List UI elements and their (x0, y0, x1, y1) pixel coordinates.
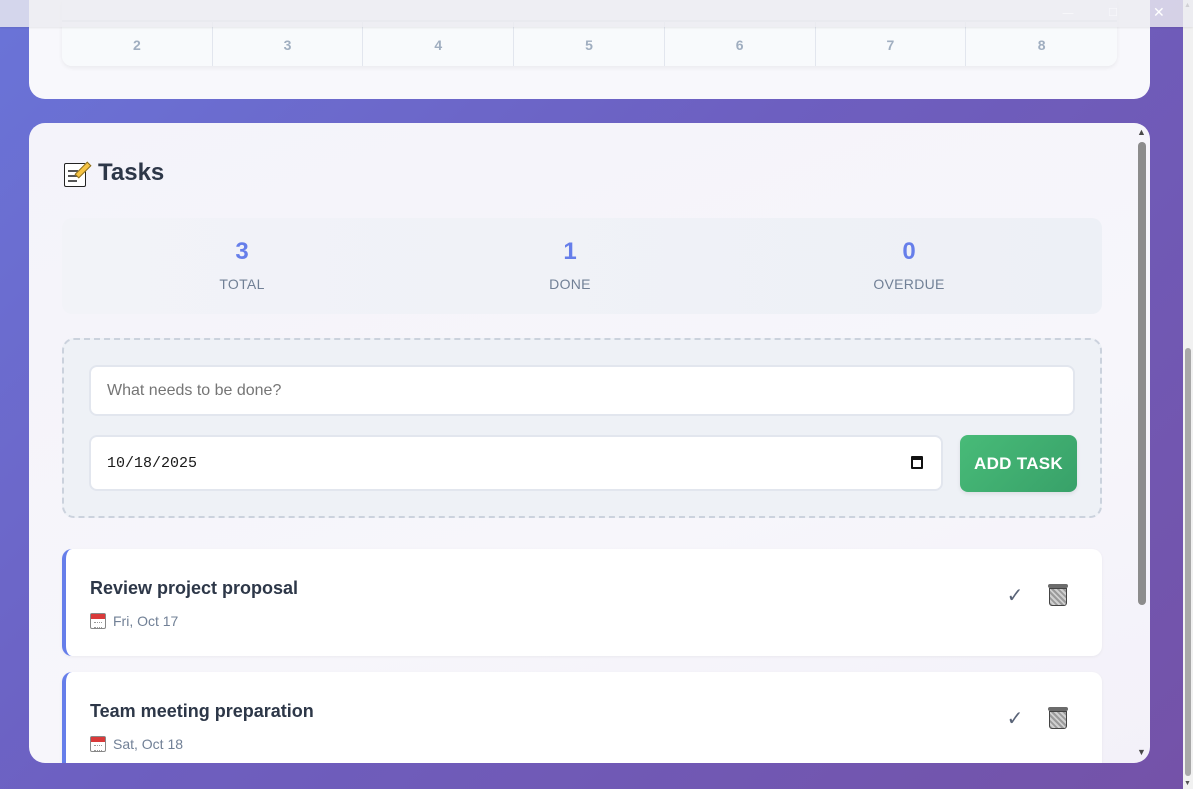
stat-done: 1 DONE (490, 218, 650, 292)
add-task-button[interactable]: ADD TASK (960, 435, 1077, 492)
stat-total-label: TOTAL (219, 276, 265, 292)
close-icon[interactable]: ✕ (1153, 4, 1165, 22)
stat-done-value: 1 (563, 238, 577, 265)
tasks-scrollbar-thumb[interactable] (1138, 142, 1146, 605)
minimize-icon[interactable]: — (1062, 4, 1074, 22)
stat-done-label: DONE (549, 276, 591, 292)
task-due-date: Sat, Oct 18 (90, 736, 183, 752)
scroll-down-arrow-icon[interactable]: ▼ (1137, 747, 1146, 757)
stat-total-value: 3 (235, 238, 249, 265)
task-stats: 3 TOTAL 1 DONE 0 OVERDUE (62, 218, 1102, 314)
page-scrollbar-thumb[interactable] (1185, 348, 1191, 776)
add-task-form: 10/18/2025 ADD TASK (62, 338, 1102, 518)
task-date-input[interactable]: 10/18/2025 (89, 435, 943, 491)
wastebasket-icon[interactable] (1047, 583, 1069, 607)
task-date-text: Fri, Oct 17 (113, 613, 179, 629)
page-title: Tasks (98, 159, 165, 186)
task-title: Review project proposal (90, 578, 299, 598)
scroll-up-arrow-icon[interactable]: ▲ (1137, 127, 1146, 137)
stat-overdue-value: 0 (902, 238, 916, 265)
task-item[interactable]: Team meeting preparation Sat, Oct 18 ✓ (62, 672, 1102, 763)
maximize-icon[interactable]: ☐ (1108, 4, 1118, 22)
wastebasket-icon[interactable] (1047, 706, 1069, 730)
tasks-scrollbar[interactable]: ▲ ▼ (1135, 127, 1147, 759)
tasks-card: ▲ ▼ Tasks 3 TOTAL 1 DONE 0 OVERDUE 10/1 (29, 123, 1150, 763)
calendar-icon (90, 736, 106, 752)
task-due-date: Fri, Oct 17 (90, 613, 178, 629)
complete-task-button[interactable]: ✓ (1003, 706, 1027, 730)
task-date-text: Sat, Oct 18 (113, 736, 184, 752)
task-item[interactable]: Review project proposal Fri, Oct 17 ✓ (62, 549, 1102, 656)
tasks-header: Tasks (62, 159, 164, 187)
calendar-icon (90, 613, 106, 629)
stat-overdue: 0 OVERDUE (829, 218, 989, 292)
calendar-picker-icon[interactable] (911, 456, 923, 469)
stat-total: 3 TOTAL (162, 218, 322, 292)
complete-task-button[interactable]: ✓ (1003, 583, 1027, 607)
page-scrollbar[interactable]: ▲ ▼ (1183, 0, 1193, 789)
task-text-input[interactable] (89, 365, 1075, 416)
scroll-down-arrow-icon[interactable]: ▼ (1184, 780, 1191, 788)
task-date-value: 10/18/2025 (107, 454, 198, 472)
task-title: Team meeting preparation (90, 701, 314, 721)
window-title-bar: — ☐ ✕ (0, 0, 1193, 27)
memo-icon (62, 160, 92, 187)
stat-overdue-label: OVERDUE (873, 276, 945, 292)
